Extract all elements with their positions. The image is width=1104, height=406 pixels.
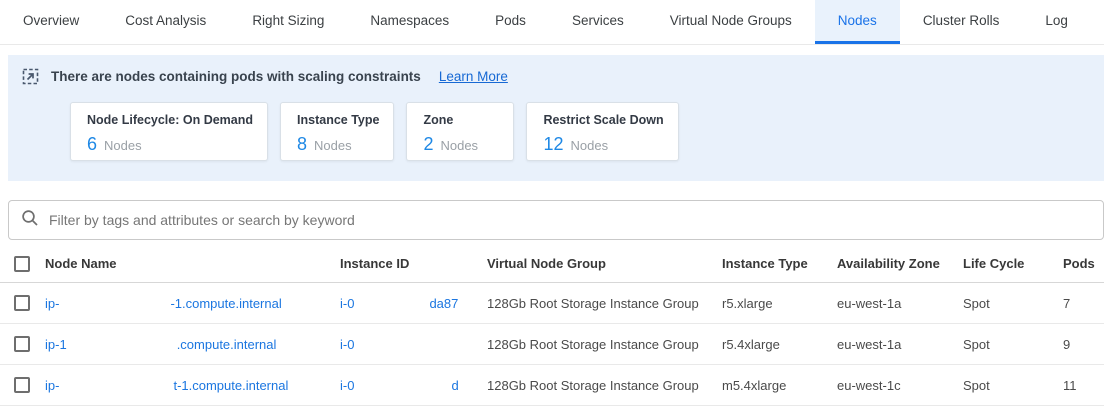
redacted-text [59, 377, 173, 393]
redacted-text [354, 377, 451, 393]
table-row: ip- -1.compute.internal i-0 da87 128Gb R… [0, 283, 1104, 324]
col-life-cycle: Life Cycle [963, 256, 1063, 271]
instance-id-fragment: d [451, 378, 458, 393]
col-node-name: Node Name [45, 256, 340, 271]
node-name-fragment: ip-1 [45, 337, 67, 352]
col-instance-id: Instance ID [340, 256, 487, 271]
tab-cluster-rolls[interactable]: Cluster Rolls [900, 0, 1023, 44]
pods-count: 7 [1063, 296, 1104, 311]
nodes-table: Node Name Instance ID Virtual Node Group… [0, 245, 1104, 406]
instance-id-fragment: i-0 [340, 378, 354, 393]
node-name-fragment: t-1.compute.internal [173, 378, 288, 393]
instance-type-value: r5.4xlarge [722, 337, 837, 352]
card-value: 12 [543, 134, 563, 155]
tab-pods[interactable]: Pods [472, 0, 549, 44]
table-row: ip- t-1.compute.internal i-0 d 128Gb Roo… [0, 365, 1104, 406]
life-cycle-value: Spot [963, 296, 1063, 311]
redacted-text [67, 336, 177, 352]
card-title: Instance Type [297, 113, 379, 127]
scaling-constraints-banner: There are nodes containing pods with sca… [8, 55, 1104, 181]
card-node-lifecycle[interactable]: Node Lifecycle: On Demand 6 Nodes [70, 102, 268, 161]
instance-id-fragment: da87 [429, 296, 458, 311]
virtual-node-group-value: 128Gb Root Storage Instance Group [487, 296, 722, 311]
redacted-text [354, 336, 434, 352]
select-all-checkbox[interactable] [14, 256, 30, 272]
card-title: Node Lifecycle: On Demand [87, 113, 253, 127]
card-title: Restrict Scale Down [543, 113, 663, 127]
row-checkbox[interactable] [14, 295, 30, 311]
instance-id-fragment: i-0 [340, 337, 354, 352]
col-instance-type: Instance Type [722, 256, 837, 271]
availability-zone-value: eu-west-1a [837, 337, 963, 352]
tab-nodes[interactable]: Nodes [815, 0, 900, 44]
tab-log[interactable]: Log [1022, 0, 1091, 44]
card-value: 8 [297, 134, 307, 155]
tab-right-sizing[interactable]: Right Sizing [229, 0, 347, 44]
tab-services[interactable]: Services [549, 0, 647, 44]
instance-id-link[interactable]: i-0 [340, 336, 487, 352]
table-header-row: Node Name Instance ID Virtual Node Group… [0, 245, 1104, 283]
constraint-cards: Node Lifecycle: On Demand 6 Nodes Instan… [70, 102, 1104, 161]
node-name-fragment: ip- [45, 378, 59, 393]
node-name-fragment: -1.compute.internal [170, 296, 281, 311]
instance-type-value: r5.xlarge [722, 296, 837, 311]
redacted-text [354, 295, 429, 311]
banner-message: There are nodes containing pods with sca… [51, 69, 421, 84]
pods-count: 11 [1063, 378, 1104, 393]
instance-type-value: m5.4xlarge [722, 378, 837, 393]
card-restrict-scale-down[interactable]: Restrict Scale Down 12 Nodes [526, 102, 678, 161]
instance-id-link[interactable]: i-0 d [340, 377, 487, 393]
card-instance-type[interactable]: Instance Type 8 Nodes [280, 102, 394, 161]
pods-count: 9 [1063, 337, 1104, 352]
card-title: Zone [423, 113, 499, 127]
redacted-text [59, 295, 170, 311]
col-pods: Pods [1063, 256, 1104, 271]
row-checkbox[interactable] [14, 336, 30, 352]
virtual-node-group-value: 128Gb Root Storage Instance Group [487, 337, 722, 352]
card-value: 2 [423, 134, 433, 155]
search-icon [21, 209, 39, 232]
card-value: 6 [87, 134, 97, 155]
life-cycle-value: Spot [963, 378, 1063, 393]
tab-namespaces[interactable]: Namespaces [347, 0, 472, 44]
card-zone[interactable]: Zone 2 Nodes [406, 102, 514, 161]
card-unit: Nodes [570, 138, 608, 153]
node-name-link[interactable]: ip- -1.compute.internal [45, 295, 340, 311]
node-name-link[interactable]: ip- t-1.compute.internal [45, 377, 340, 393]
card-unit: Nodes [104, 138, 142, 153]
filter-search-bar [8, 200, 1104, 240]
learn-more-link[interactable]: Learn More [439, 69, 508, 84]
tab-bar: Overview Cost Analysis Right Sizing Name… [0, 0, 1104, 45]
instance-id-link[interactable]: i-0 da87 [340, 295, 487, 311]
tab-overview[interactable]: Overview [0, 0, 102, 44]
node-name-link[interactable]: ip-1 .compute.internal [45, 336, 340, 352]
virtual-node-group-value: 128Gb Root Storage Instance Group [487, 378, 722, 393]
tab-virtual-node-groups[interactable]: Virtual Node Groups [647, 0, 815, 44]
node-name-fragment: ip- [45, 296, 59, 311]
tab-cost-analysis[interactable]: Cost Analysis [102, 0, 229, 44]
col-virtual-node-group: Virtual Node Group [487, 256, 722, 271]
life-cycle-value: Spot [963, 337, 1063, 352]
availability-zone-value: eu-west-1c [837, 378, 963, 393]
col-availability-zone: Availability Zone [837, 256, 963, 271]
search-input[interactable] [49, 212, 1091, 228]
instance-id-fragment: i-0 [340, 296, 354, 311]
card-unit: Nodes [440, 138, 478, 153]
row-checkbox[interactable] [14, 377, 30, 393]
scaling-constraint-icon [22, 68, 39, 85]
availability-zone-value: eu-west-1a [837, 296, 963, 311]
table-row: ip-1 .compute.internal i-0 128Gb Root St… [0, 324, 1104, 365]
node-name-fragment: .compute.internal [177, 337, 277, 352]
card-unit: Nodes [314, 138, 352, 153]
